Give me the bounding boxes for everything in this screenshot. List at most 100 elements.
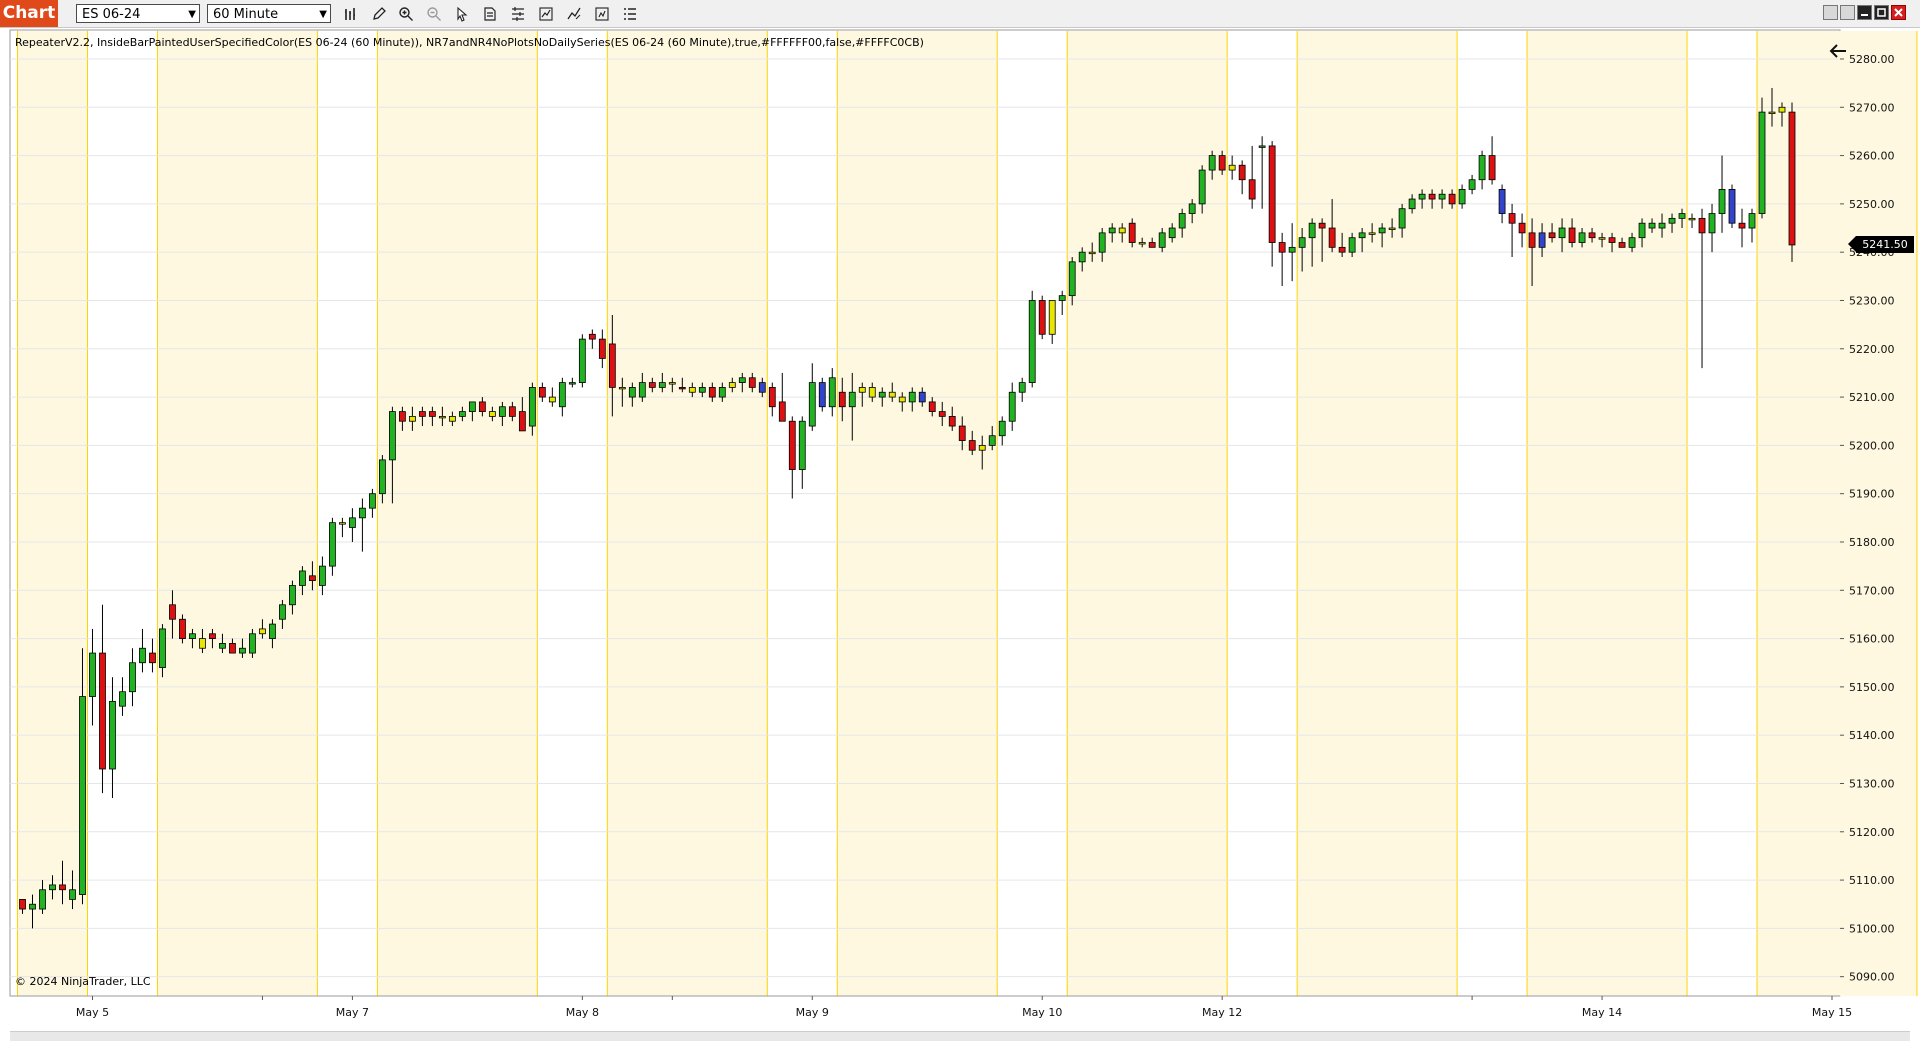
candle-body <box>1338 246 1346 253</box>
x-tick-label: May 15 <box>1812 1006 1852 1019</box>
candle-body <box>1548 232 1556 239</box>
candle-body <box>1728 188 1736 224</box>
y-tick-label: 5140.00 <box>1849 729 1895 742</box>
candle-body <box>89 652 96 697</box>
candle-body <box>1058 295 1066 301</box>
candle-body <box>159 628 166 668</box>
candle-body <box>758 382 766 393</box>
candle-body <box>1618 242 1626 248</box>
candle-body <box>189 633 196 639</box>
candle-body <box>1748 213 1756 229</box>
candle-body <box>369 493 376 509</box>
y-tick-label: 5190.00 <box>1849 488 1895 501</box>
candle-body <box>808 382 816 427</box>
candle-body <box>329 522 336 567</box>
candle-body <box>868 387 876 398</box>
candle-body <box>1358 232 1366 239</box>
candle-body <box>878 391 886 398</box>
candle-body <box>1118 227 1126 234</box>
candle-body <box>398 411 406 422</box>
candle-body <box>99 652 106 770</box>
candle-body <box>378 459 386 495</box>
candle-body <box>139 647 146 664</box>
candle-body <box>1538 232 1546 248</box>
candle-body <box>229 643 236 654</box>
candle-body <box>1098 232 1106 253</box>
candle-body <box>1268 145 1276 243</box>
candle-body <box>408 415 416 422</box>
candle-body <box>1508 213 1516 224</box>
candle-body <box>678 387 686 390</box>
candle-body <box>658 382 666 388</box>
candle-body <box>968 440 976 451</box>
candle-body <box>1648 222 1656 229</box>
candle-body <box>728 382 736 388</box>
candle-body <box>1188 203 1196 214</box>
candle-body <box>1088 251 1096 255</box>
candle-body <box>838 391 846 408</box>
candle-body <box>69 889 76 900</box>
session-band <box>17 31 88 996</box>
candle-body <box>1678 213 1686 219</box>
candle-body <box>618 387 626 390</box>
candle-body <box>1778 106 1786 113</box>
candle-body <box>918 391 926 403</box>
candle-body <box>488 411 496 417</box>
candle-body <box>1478 155 1486 181</box>
candle-body <box>1708 213 1716 234</box>
candle-body <box>1438 193 1446 200</box>
candle-body <box>1558 227 1566 239</box>
x-tick-label: May 5 <box>76 1006 109 1019</box>
candle-body <box>279 604 286 620</box>
session-band <box>837 31 998 996</box>
candle-body <box>938 411 946 417</box>
candle-body <box>568 382 576 385</box>
candle-body <box>269 623 276 639</box>
candle-body <box>768 387 776 408</box>
candle-body <box>1308 222 1316 239</box>
back-button[interactable] <box>1826 40 1850 62</box>
y-tick-label: 5110.00 <box>1849 874 1895 887</box>
candle <box>1728 184 1736 229</box>
candle-body <box>1178 213 1186 229</box>
y-tick-label: 5260.00 <box>1849 150 1895 163</box>
candle-body <box>289 585 296 606</box>
candle-body <box>598 338 606 359</box>
candle-body <box>1568 227 1576 243</box>
candle-body <box>928 401 936 412</box>
candle-body <box>418 411 426 417</box>
candle-body <box>1638 222 1646 239</box>
candle-body <box>1758 111 1766 214</box>
candle-body <box>518 411 526 432</box>
candle-body <box>1388 227 1396 230</box>
candle-body <box>1768 111 1776 115</box>
candle-body <box>438 415 446 419</box>
candle-body <box>239 647 246 654</box>
candle-body <box>1598 237 1606 240</box>
session-band <box>1527 31 1688 996</box>
candle-body <box>359 507 366 519</box>
y-tick-label: 5280.00 <box>1849 53 1895 66</box>
candle-body <box>1298 237 1306 248</box>
candle-body <box>448 415 456 422</box>
price-chart[interactable]: 5090.00 5100.00 5110.00 5120.00 5130.00 5140.… <box>0 0 1920 1040</box>
candle-body <box>588 333 596 340</box>
candle <box>578 334 586 388</box>
candle-body <box>1578 232 1586 243</box>
time-axis[interactable]: May 5 May 7 May 8 May 9 May 10 May 12 May 14 Ma… <box>10 995 1852 1019</box>
candle-body <box>1408 198 1416 210</box>
candle-body <box>788 420 796 470</box>
candle-body <box>1518 222 1526 234</box>
candle-body <box>339 522 346 525</box>
candle-body <box>1498 188 1506 214</box>
candle-body <box>828 377 836 408</box>
candle-body <box>219 643 226 649</box>
candle-body <box>1368 232 1376 235</box>
candle-body <box>1788 111 1796 246</box>
x-tick-label: May 8 <box>566 1006 599 1019</box>
candle-body <box>1248 179 1256 200</box>
candle-body <box>1588 232 1596 239</box>
candle-body <box>1328 227 1336 248</box>
y-tick-label: 5230.00 <box>1849 294 1895 307</box>
candle-body <box>49 884 56 891</box>
